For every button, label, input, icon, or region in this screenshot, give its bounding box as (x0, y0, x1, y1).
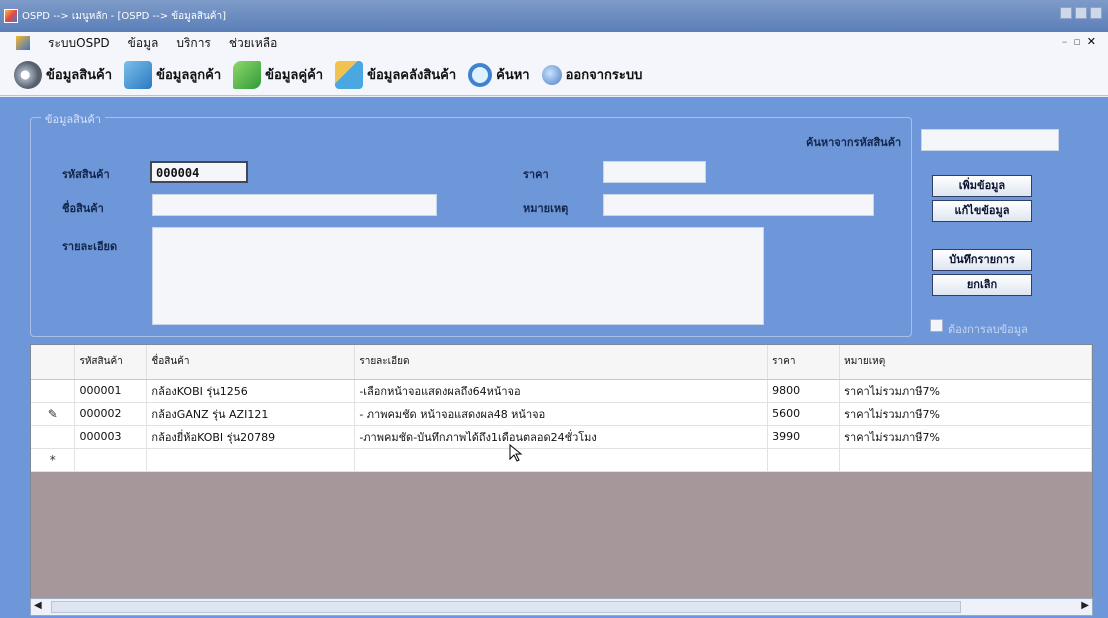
cell-price[interactable]: 5600 (767, 402, 841, 426)
new-cell[interactable] (146, 448, 356, 472)
toolbar-customer-label: ข้อมูลลูกค้า (156, 68, 222, 83)
toolbar-exit-button[interactable]: ออกจากระบบ (541, 64, 643, 85)
toolbar-partner-label: ข้อมูลคู่ค้า (265, 68, 324, 83)
new-row[interactable]: * (31, 448, 1092, 472)
new-cell[interactable] (74, 448, 148, 472)
column-header-price[interactable]: ราคา (767, 345, 841, 380)
search-input[interactable] (921, 129, 1059, 151)
menu-system[interactable]: ระบบOSPD (48, 34, 110, 53)
mdi-controls: –▫✕ (1062, 35, 1102, 48)
window-title: OSPD --> เมนูหลัก - [OSPD --> ข้อมูลสินค… (22, 10, 226, 22)
cell-code[interactable]: 000003 (74, 425, 148, 449)
product-grid: รหัสสินค้า ชื่อสินค้า รายละเอียด ราคา หม… (30, 344, 1093, 599)
scroll-right-icon[interactable]: ▶ (1081, 600, 1089, 611)
toolbar-search-button[interactable]: ค้นหา (468, 62, 530, 87)
search-icon (468, 62, 493, 87)
row-header-corner (31, 345, 76, 380)
warehouse-icon (335, 60, 364, 89)
cell-code[interactable]: 000002 (74, 402, 148, 426)
edit-row-marker-icon[interactable]: ✎ (31, 402, 76, 426)
delete-checkbox[interactable] (930, 319, 943, 332)
toolbar-product-button[interactable]: ข้อมูลสินค้า (14, 60, 113, 89)
note-input[interactable] (603, 194, 874, 216)
grid-header-row: รหัสสินค้า ชื่อสินค้า รายละเอียด ราคา หม… (31, 345, 1092, 380)
maximize-button[interactable] (1075, 7, 1087, 19)
cell-note[interactable]: ราคาไม่รวมภาษี7% (839, 425, 1092, 449)
name-label: ชื่อสินค้า (62, 202, 104, 215)
price-input[interactable] (603, 161, 706, 183)
partner-icon (233, 60, 262, 89)
price-label: ราคา (523, 168, 549, 181)
customer-icon (124, 60, 153, 89)
table-row[interactable]: 000003 กล้องยี่ห้อKOBI รุ่น20789 -ภาพคมช… (31, 425, 1092, 449)
note-label: หมายเหตุ (523, 202, 569, 215)
edit-button[interactable]: แก้ไขข้อมูล (932, 200, 1032, 222)
cell-note[interactable]: ราคาไม่รวมภาษี7% (839, 402, 1092, 426)
cancel-button[interactable]: ยกเลิก (932, 274, 1032, 296)
mouse-cursor-icon (509, 444, 523, 462)
mdi-minimize-button[interactable]: – (1062, 35, 1074, 48)
exit-icon (541, 64, 562, 85)
menu-data[interactable]: ข้อมูล (128, 34, 159, 53)
menu-bar: ระบบOSPD ข้อมูล บริการ ช่วยเหลือ –▫✕ (0, 32, 1108, 54)
menu-service[interactable]: บริการ (176, 34, 211, 53)
toolbar: ข้อมูลสินค้า ข้อมูลลูกค้า ข้อมูลคู่ค้า ข… (0, 54, 1108, 96)
cell-price[interactable]: 3990 (767, 425, 841, 449)
cell-detail[interactable]: -เลือกหน้าจอแสดงผลถึง64หน้าจอ (354, 379, 769, 403)
detail-label: รายละเอียด (62, 240, 118, 253)
title-bar: OSPD --> เมนูหลัก - [OSPD --> ข้อมูลสินค… (0, 0, 1108, 32)
scroll-left-icon[interactable]: ◀ (34, 600, 42, 611)
column-header-name[interactable]: ชื่อสินค้า (146, 345, 356, 380)
horizontal-scrollbar[interactable]: ◀ ▶ (30, 598, 1093, 616)
new-cell[interactable] (767, 448, 841, 472)
save-button[interactable]: บันทึกรายการ (932, 249, 1032, 271)
cell-price[interactable]: 9800 (767, 379, 841, 403)
close-button[interactable] (1090, 7, 1102, 19)
minimize-button[interactable] (1060, 7, 1072, 19)
toolbar-stock-button[interactable]: ข้อมูลคลังสินค้า (335, 60, 457, 89)
cell-detail[interactable]: -ภาพคมชัด-บันทึกภาพได้ถึง1เดือนตลอด24ชั่… (354, 425, 769, 449)
menu-help[interactable]: ช่วยเหลือ (229, 34, 278, 53)
add-button[interactable]: เพิ่มข้อมูล (932, 175, 1032, 197)
cell-name[interactable]: กล้องKOBI รุ่น1256 (146, 379, 356, 403)
column-header-detail[interactable]: รายละเอียด (354, 345, 769, 380)
mdi-child-icon (16, 36, 30, 50)
mdi-restore-button[interactable]: ▫ (1073, 35, 1086, 48)
cell-name[interactable]: กล้องGANZ รุ่น AZI121 (146, 402, 356, 426)
cell-note[interactable]: ราคาไม่รวมภาษี7% (839, 379, 1092, 403)
product-table: รหัสสินค้า ชื่อสินค้า รายละเอียด ราคา หม… (31, 345, 1092, 472)
new-row-marker-icon[interactable]: * (31, 448, 76, 472)
cell-code[interactable]: 000001 (74, 379, 148, 403)
detail-textarea[interactable] (152, 227, 764, 325)
column-header-note[interactable]: หมายเหตุ (839, 345, 1092, 380)
camera-icon (14, 60, 42, 89)
app-icon (4, 9, 18, 23)
name-input[interactable] (152, 194, 437, 216)
delete-checkbox-label: ต้องการลบข้อมูล (948, 323, 1028, 336)
new-cell[interactable] (839, 448, 1092, 472)
toolbar-stock-label: ข้อมูลคลังสินค้า (367, 68, 457, 83)
table-row[interactable]: ✎ 000002 กล้องGANZ รุ่น AZI121 - ภาพคมชั… (31, 402, 1092, 426)
column-header-code[interactable]: รหัสสินค้า (74, 345, 148, 380)
toolbar-partner-button[interactable]: ข้อมูลคู่ค้า (233, 60, 324, 89)
code-input[interactable]: 000004 (150, 161, 248, 183)
toolbar-product-label: ข้อมูลสินค้า (46, 68, 113, 83)
scrollbar-thumb[interactable] (51, 601, 961, 613)
mdi-close-button[interactable]: ✕ (1087, 35, 1102, 48)
groupbox-title: ข้อมูลสินค้า (41, 110, 105, 128)
row-marker[interactable] (31, 379, 76, 403)
cell-detail[interactable]: - ภาพคมชัด หน้าจอแสดงผล48 หน้าจอ (354, 402, 769, 426)
toolbar-exit-label: ออกจากระบบ (565, 68, 643, 83)
toolbar-search-label: ค้นหา (496, 68, 530, 83)
search-label: ค้นหาจากรหัสสินค้า (806, 136, 902, 149)
code-label: รหัสสินค้า (62, 168, 110, 181)
cell-name[interactable]: กล้องยี่ห้อKOBI รุ่น20789 (146, 425, 356, 449)
toolbar-customer-button[interactable]: ข้อมูลลูกค้า (124, 60, 222, 89)
window-controls (1060, 7, 1102, 19)
row-marker[interactable] (31, 425, 76, 449)
new-cell[interactable] (354, 448, 769, 472)
table-row[interactable]: 000001 กล้องKOBI รุ่น1256 -เลือกหน้าจอแส… (31, 379, 1092, 403)
